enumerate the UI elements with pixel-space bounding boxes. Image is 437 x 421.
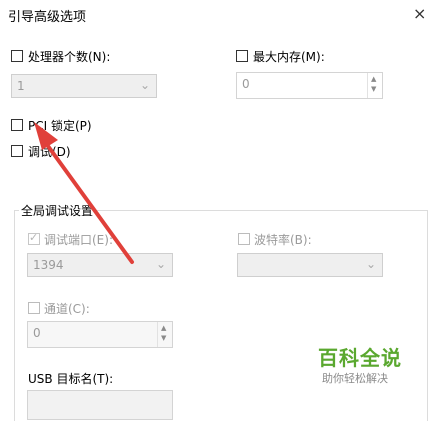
red-arrow-annotation — [34, 122, 134, 264]
